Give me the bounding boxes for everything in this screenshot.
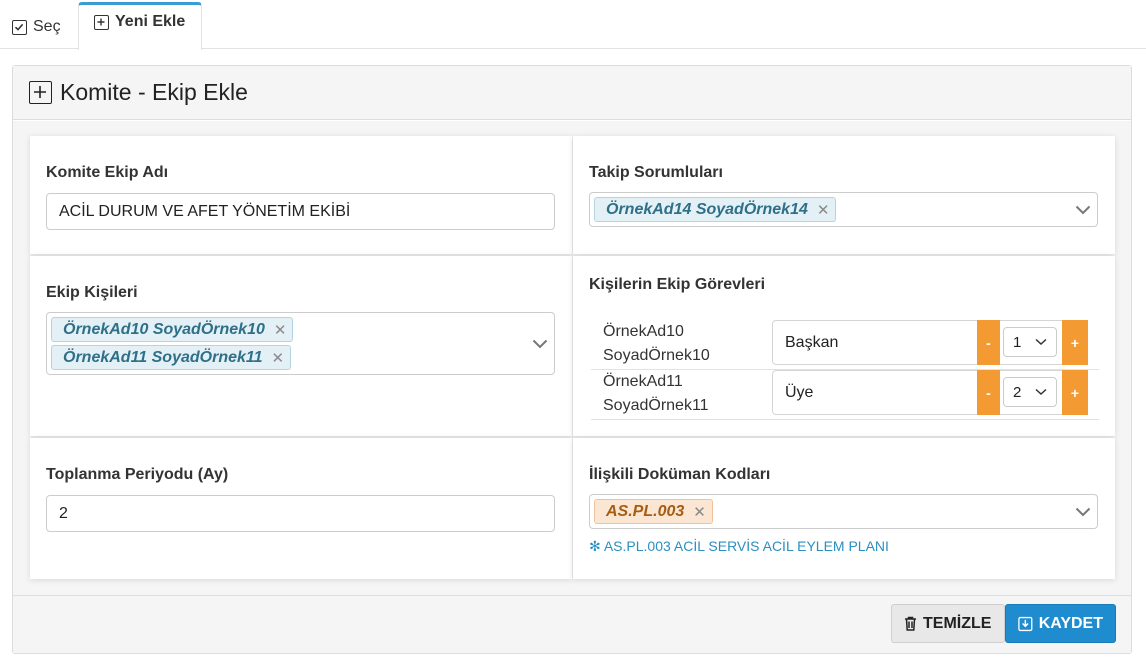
member-tag-label: ÖrnekAd10 SoyadÖrnek10 <box>63 320 265 338</box>
role-person-first: ÖrnekAd11 <box>603 373 683 390</box>
role-input-group: Üye - 2 + <box>772 370 1088 415</box>
add-team-panel: Komite - Ekip Ekle Komite Ekip Adı ACİL … <box>12 65 1132 654</box>
role-person-last: SoyadÖrnek10 <box>603 347 710 364</box>
decrement-button[interactable]: - <box>977 320 1000 365</box>
chevron-down-icon[interactable] <box>1075 205 1091 215</box>
period-label: Toplanma Periyodu (Ay) <box>46 466 229 483</box>
order-value: 1 <box>1013 333 1022 351</box>
remove-tag-icon[interactable]: ✕ <box>817 201 830 219</box>
member-tag-label: ÖrnekAd11 SoyadÖrnek11 <box>63 348 263 366</box>
save-download-icon <box>1018 616 1033 631</box>
decrement-button[interactable]: - <box>977 370 1000 415</box>
document-tag: AS.PL.003 ✕ <box>594 499 713 524</box>
save-button[interactable]: KAYDET <box>1005 604 1116 643</box>
role-input-group: Başkan - 1 + <box>772 320 1088 365</box>
page-title: Komite - Ekip Ekle <box>60 79 248 105</box>
role-row: ÖrnekAd11 SoyadÖrnek11 Üye - 2 + <box>591 370 1099 420</box>
remove-tag-icon[interactable]: ✕ <box>274 321 287 339</box>
plus-square-icon <box>94 15 109 30</box>
clear-button[interactable]: TEMİZLE <box>891 604 1005 643</box>
follower-tag-label: ÖrnekAd14 SoyadÖrnek14 <box>606 200 808 218</box>
members-card: Ekip Kişileri ÖrnekAd10 SoyadÖrnek10 ✕ Ö… <box>30 256 572 436</box>
team-name-input[interactable]: ACİL DURUM VE AFET YÖNETİM EKİBİ <box>46 193 555 230</box>
roles-label: Kişilerin Ekip Görevleri <box>589 276 766 293</box>
member-tag: ÖrnekAd11 SoyadÖrnek11 ✕ <box>51 345 292 370</box>
members-label: Ekip Kişileri <box>46 284 138 301</box>
order-select[interactable]: 1 <box>1003 327 1057 357</box>
clear-button-label: TEMİZLE <box>923 614 992 632</box>
remove-tag-icon[interactable]: ✕ <box>693 503 706 521</box>
save-button-label: KAYDET <box>1038 614 1103 632</box>
panel-footer: TEMİZLE KAYDET <box>13 595 1131 653</box>
remove-tag-icon[interactable]: ✕ <box>272 349 285 367</box>
checkbox-icon <box>12 19 27 35</box>
panel-body: Komite Ekip Adı ACİL DURUM VE AFET YÖNET… <box>13 121 1131 596</box>
role-input[interactable]: Başkan <box>773 321 977 364</box>
role-person-first: ÖrnekAd10 <box>603 323 684 340</box>
increment-button[interactable]: + <box>1062 320 1088 365</box>
period-input[interactable]: 2 <box>46 495 555 532</box>
order-select[interactable]: 2 <box>1003 377 1057 407</box>
tab-sec-label: Seç <box>33 18 61 35</box>
tab-yeni-ekle[interactable]: Yeni Ekle <box>78 2 202 50</box>
period-card: Toplanma Periyodu (Ay) 2 <box>30 438 572 579</box>
tab-sec[interactable]: Seç <box>12 10 61 44</box>
role-row: ÖrnekAd10 SoyadÖrnek10 Başkan - 1 + <box>591 320 1099 370</box>
roles-card: Kişilerin Ekip Görevleri ÖrnekAd10 Soyad… <box>573 256 1115 436</box>
documents-label: İlişkili Doküman Kodları <box>589 466 771 483</box>
order-value: 2 <box>1013 383 1022 401</box>
role-person-name: ÖrnekAd11 SoyadÖrnek11 <box>603 370 709 418</box>
team-name-card: Komite Ekip Adı ACİL DURUM VE AFET YÖNET… <box>30 136 572 254</box>
tab-yeni-ekle-label: Yeni Ekle <box>115 13 186 30</box>
role-input[interactable]: Üye <box>773 371 977 414</box>
followers-select[interactable]: ÖrnekAd14 SoyadÖrnek14 ✕ <box>589 192 1098 227</box>
chevron-down-icon <box>1035 338 1047 346</box>
documents-select[interactable]: AS.PL.003 ✕ <box>589 494 1098 529</box>
document-hint-link[interactable]: ✻ AS.PL.003 ACİL SERVİS ACİL EYLEM PLANI <box>589 538 889 555</box>
role-person-name: ÖrnekAd10 SoyadÖrnek10 <box>603 320 710 368</box>
role-person-last: SoyadÖrnek11 <box>603 397 709 414</box>
panel-header: Komite - Ekip Ekle <box>13 66 1131 120</box>
increment-button[interactable]: + <box>1062 370 1088 415</box>
documents-card: İlişkili Doküman Kodları AS.PL.003 ✕ ✻ A… <box>573 438 1115 579</box>
members-select[interactable]: ÖrnekAd10 SoyadÖrnek10 ✕ ÖrnekAd11 Soyad… <box>46 312 555 375</box>
team-name-label: Komite Ekip Adı <box>46 164 169 181</box>
follower-tag: ÖrnekAd14 SoyadÖrnek14 ✕ <box>594 197 837 222</box>
chevron-down-icon[interactable] <box>532 339 548 349</box>
tab-bar: Seç Yeni Ekle <box>0 0 1146 50</box>
followers-card: Takip Sorumluları ÖrnekAd14 SoyadÖrnek14… <box>573 136 1115 254</box>
followers-label: Takip Sorumluları <box>589 164 723 181</box>
member-tag: ÖrnekAd10 SoyadÖrnek10 ✕ <box>51 317 294 342</box>
chevron-down-icon[interactable] <box>1075 507 1091 517</box>
document-tag-label: AS.PL.003 <box>606 502 685 520</box>
plus-square-icon <box>29 81 52 104</box>
chevron-down-icon <box>1035 388 1047 396</box>
trash-icon <box>905 616 916 631</box>
